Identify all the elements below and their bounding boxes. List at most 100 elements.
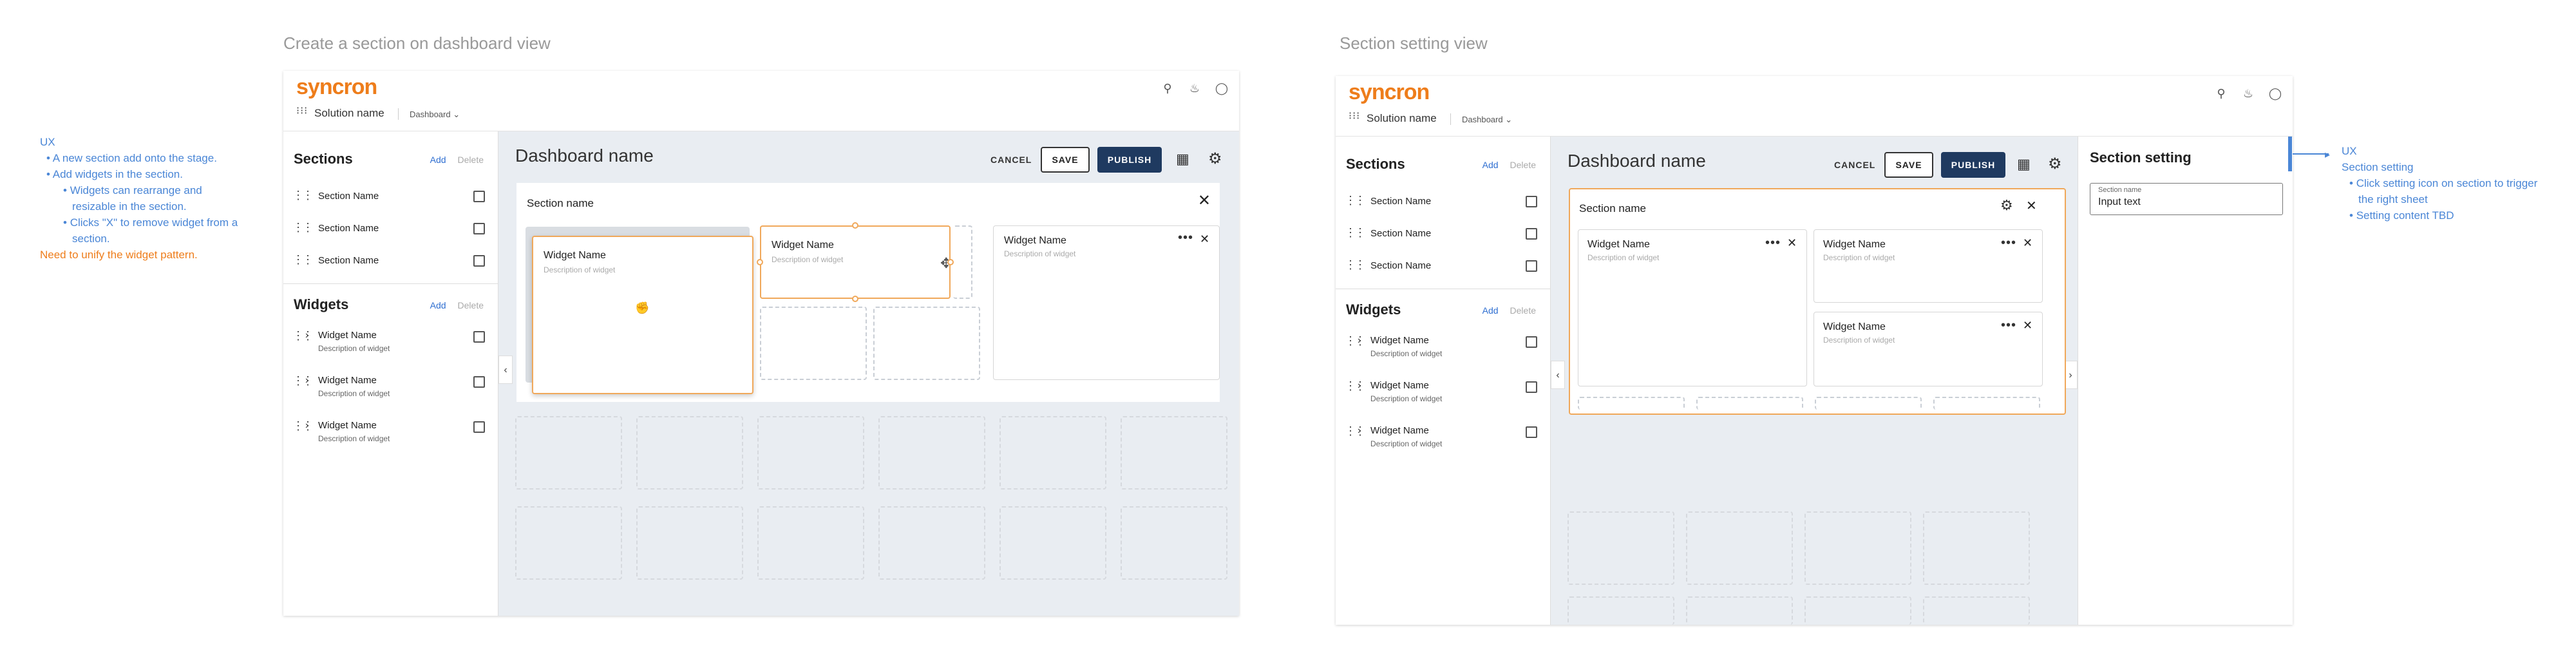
drag-handle-icon[interactable]: ⋮⋮	[1345, 195, 1366, 206]
drag-handle-icon[interactable]: ⋮⋮	[292, 375, 314, 386]
more-icon[interactable]: •••	[2001, 319, 2016, 332]
gear-icon[interactable]: ⚙	[2048, 155, 2062, 173]
delete-widget-link[interactable]: Delete	[458, 300, 484, 310]
cancel-button[interactable]: CANCEL	[990, 155, 1032, 165]
drag-handle-icon[interactable]: ⋮⋮	[1345, 380, 1366, 392]
solution-name: Solution name	[1367, 112, 1437, 124]
delete-widget-link[interactable]: Delete	[1510, 305, 1536, 316]
drag-handle-icon[interactable]: ⋮⋮	[292, 222, 314, 233]
apps-icon[interactable]: ⁝⁝⁝	[1349, 111, 1360, 122]
bell-icon[interactable]: ♨	[2240, 85, 2257, 102]
drag-handle-icon[interactable]: ⋮⋮	[1345, 227, 1366, 238]
chevron-right-icon[interactable]: ›	[1358, 380, 1361, 392]
dashboard-dropdown[interactable]: Dashboard ⌄	[1462, 115, 1512, 125]
widget-row[interactable]: ⋮⋮ › Widget Name Description of widget	[283, 416, 498, 451]
section-name-field[interactable]: Section name Input text	[2090, 183, 2283, 215]
widget-row[interactable]: ⋮⋮ › Widget Name Description of widget	[1336, 331, 1550, 366]
gear-icon[interactable]: ⚙	[2000, 197, 2013, 214]
empty-slot	[999, 416, 1106, 490]
chevron-right-icon[interactable]: ›	[305, 420, 308, 432]
search-icon[interactable]: ⚲	[2213, 85, 2230, 102]
widget-row[interactable]: ⋮⋮ › Widget Name Description of widget	[1336, 421, 1550, 456]
chevron-right-icon[interactable]: ›	[1358, 335, 1361, 347]
save-button[interactable]: SAVE	[1041, 147, 1090, 173]
apps-icon[interactable]: ⁝⁝⁝	[296, 106, 308, 117]
add-widget-link[interactable]: Add	[430, 300, 446, 310]
empty-slot	[878, 506, 985, 580]
close-icon[interactable]: ✕	[1787, 235, 1797, 251]
section-row[interactable]: ⋮⋮ Section Name	[1336, 254, 1550, 280]
more-icon[interactable]: •••	[2001, 236, 2016, 249]
drag-handle-icon[interactable]: ⋮⋮	[1345, 425, 1366, 437]
widget-card[interactable]: Widget Name Description of widget ••• ✕	[1814, 312, 2043, 386]
drag-handle-icon[interactable]: ⋮⋮	[1345, 259, 1366, 271]
close-icon[interactable]: ✕	[2026, 198, 2037, 214]
checkbox[interactable]	[1526, 260, 1537, 272]
add-section-link[interactable]: Add	[430, 155, 446, 165]
drag-handle-icon[interactable]: ⋮⋮	[292, 330, 314, 341]
checkbox[interactable]	[1526, 426, 1537, 438]
more-icon[interactable]: •••	[1765, 236, 1781, 249]
delete-section-link[interactable]: Delete	[458, 155, 484, 165]
dashboard-title: Dashboard name	[515, 146, 654, 166]
bell-icon[interactable]: ♨	[1186, 80, 1203, 97]
collapse-panel-button[interactable]: ‹	[1551, 361, 1565, 389]
resize-handle[interactable]	[757, 259, 763, 265]
left-panel: Sections Add Delete ⋮⋮ Section Name ⋮⋮ Se…	[1336, 137, 1551, 625]
section-card-selected[interactable]: Section name ⚙ ✕ Widget Name Description…	[1569, 188, 2066, 415]
widget-row[interactable]: ⋮⋮ › Widget Name Description of widget	[283, 371, 498, 406]
save-button[interactable]: SAVE	[1884, 152, 1933, 178]
checkbox[interactable]	[473, 376, 485, 388]
section-row[interactable]: ⋮⋮ Section Name	[1336, 189, 1550, 215]
section-row[interactable]: ⋮⋮ Section Name	[1336, 222, 1550, 247]
drag-handle-icon[interactable]: ⋮⋮	[1345, 335, 1366, 347]
close-icon[interactable]: ✕	[1200, 231, 1209, 247]
resize-handle[interactable]	[852, 222, 858, 229]
checkbox[interactable]	[1526, 228, 1537, 240]
widget-card[interactable]: Widget Name Description of widget ••• ✕	[1814, 229, 2043, 303]
checkbox[interactable]	[473, 331, 485, 343]
account-icon[interactable]: ◯	[2267, 85, 2284, 102]
account-icon[interactable]: ◯	[1213, 80, 1230, 97]
widget-row[interactable]: ⋮⋮ › Widget Name Description of widget	[1336, 376, 1550, 411]
more-icon[interactable]: •••	[1178, 231, 1193, 244]
checkbox[interactable]	[473, 421, 485, 433]
collapse-panel-button[interactable]: ‹	[498, 356, 513, 384]
close-icon[interactable]: ✕	[2023, 318, 2032, 333]
drag-handle-icon[interactable]: ⋮⋮	[292, 420, 314, 432]
publish-button[interactable]: PUBLISH	[1941, 152, 2005, 178]
publish-button[interactable]: PUBLISH	[1097, 147, 1162, 173]
widget-row[interactable]: ⋮⋮ › Widget Name Description of widget	[283, 326, 498, 361]
drag-handle-icon[interactable]: ⋮⋮	[292, 254, 314, 265]
widget-card[interactable]: Widget Name Description of widget ••• ✕	[1578, 229, 1807, 386]
section-row[interactable]: ⋮⋮ Section Name	[283, 216, 498, 242]
delete-section-link[interactable]: Delete	[1510, 160, 1536, 170]
add-section-link[interactable]: Add	[1482, 160, 1499, 170]
checkbox[interactable]	[473, 223, 485, 234]
layout-icon[interactable]: ▦	[2017, 156, 2031, 173]
checkbox[interactable]	[473, 191, 485, 202]
close-icon[interactable]: ✕	[1198, 193, 1211, 209]
add-widget-link[interactable]: Add	[1482, 305, 1499, 316]
checkbox[interactable]	[1526, 196, 1537, 207]
chevron-right-icon[interactable]: ›	[305, 330, 308, 341]
section-row[interactable]: ⋮⋮ Section Name	[283, 184, 498, 210]
checkbox[interactable]	[1526, 336, 1537, 348]
search-icon[interactable]: ⚲	[1159, 80, 1176, 97]
section-row[interactable]: ⋮⋮ Section Name	[283, 249, 498, 274]
close-icon[interactable]: ✕	[2023, 235, 2032, 251]
drag-handle-icon[interactable]: ⋮⋮	[292, 189, 314, 201]
chevron-right-icon[interactable]: ›	[305, 375, 308, 386]
chevron-right-icon[interactable]: ›	[1358, 425, 1361, 437]
checkbox[interactable]	[1526, 381, 1537, 393]
gear-icon[interactable]: ⚙	[1208, 149, 1222, 168]
section-card[interactable]: Section name ✕ Widget Name Description o…	[516, 183, 1220, 402]
resize-handle[interactable]	[852, 296, 858, 302]
dashboard-dropdown[interactable]: Dashboard ⌄	[410, 109, 460, 120]
layout-icon[interactable]: ▦	[1176, 151, 1189, 167]
widget-card[interactable]: Widget Name Description of widget ••• ✕	[993, 225, 1220, 380]
dragging-widget[interactable]: Widget Name Description of widget ✊	[532, 236, 753, 394]
resizing-widget[interactable]: Widget Name Description of widget ✥	[760, 225, 952, 299]
checkbox[interactable]	[473, 255, 485, 267]
cancel-button[interactable]: CANCEL	[1834, 160, 1875, 170]
